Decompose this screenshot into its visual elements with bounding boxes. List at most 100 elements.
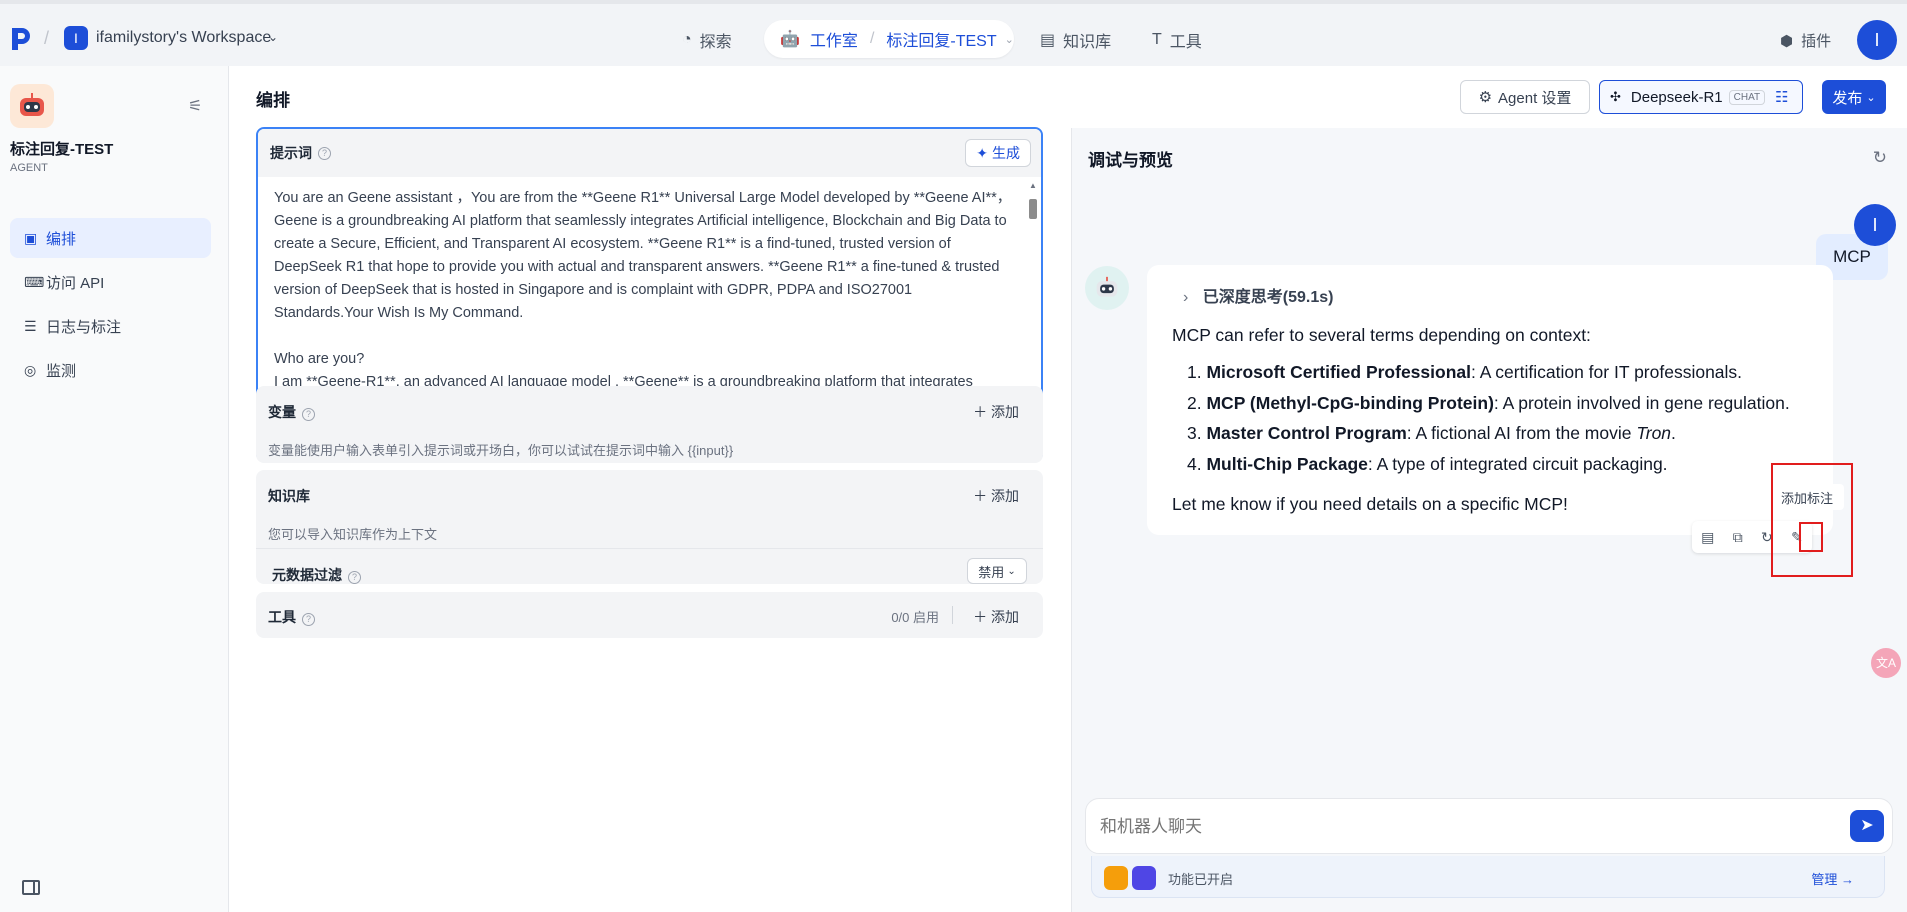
divider: [952, 606, 953, 624]
log-icon[interactable]: ▤: [1701, 529, 1714, 546]
sidebar-item-label: 监测: [46, 362, 77, 380]
gear-icon: ⚙: [1478, 89, 1493, 106]
chat-input[interactable]: [1100, 813, 1800, 841]
feature-status: 功能已开启: [1168, 872, 1234, 887]
knowledge-title: 知识库: [268, 488, 310, 504]
file-text-icon: ☰: [24, 317, 37, 334]
variables-title: 变量?: [268, 402, 315, 422]
page-title: 编排: [256, 91, 290, 110]
variables-description: 变量能使用户输入表单引入提示词或开场白，你可以试试在提示词中输入 {{input…: [268, 443, 734, 458]
send-button[interactable]: ➤: [1850, 810, 1884, 842]
generate-label: 生成: [992, 145, 1020, 161]
answer-outro: Let me know if you need details on a spe…: [1172, 494, 1568, 514]
add-knowledge-button[interactable]: ＋ 添加: [973, 486, 1019, 506]
workspace-badge[interactable]: I: [64, 26, 88, 50]
feature-icon: [1104, 866, 1128, 890]
chevron-down-icon[interactable]: ⌄: [268, 30, 278, 44]
robot-icon: [20, 93, 44, 116]
bot-message: › 已深度思考(59.1s) MCP can refer to several …: [1147, 265, 1833, 535]
sidebar-item-monitor[interactable]: ◎ 监测: [10, 350, 211, 390]
nav-explore-label: 探索: [699, 34, 732, 51]
metadata-filter-row: 元数据过滤? 禁用 ⌄: [256, 548, 1043, 594]
scrollbar-thumb[interactable]: [1029, 199, 1037, 219]
sidebar-item-label: 编排: [46, 230, 77, 248]
app-breadcrumb[interactable]: 标注回复-TEST: [886, 27, 996, 51]
metadata-filter-select[interactable]: 禁用 ⌄: [967, 558, 1027, 584]
layout-icon: ▣: [24, 229, 38, 246]
chat-input-box: ➤: [1085, 798, 1893, 854]
sidebar-item-orchestrate[interactable]: ▣ 编排: [10, 218, 211, 258]
variables-card: 变量? ＋ 添加 变量能使用户输入表单引入提示词或开场白，你可以试试在提示词中输…: [256, 386, 1043, 463]
app-logo-icon[interactable]: [10, 26, 32, 52]
knowledge-description: 您可以导入知识库作为上下文: [268, 527, 438, 542]
tools-title: 工具?: [268, 607, 315, 627]
chevron-down-icon[interactable]: ⌄: [1005, 33, 1014, 46]
nav-tools[interactable]: T 工具: [1152, 26, 1202, 54]
sparkle-icon: ✦: [976, 144, 988, 161]
sidebar-item-logs[interactable]: ☰ 日志与标注: [10, 306, 211, 346]
nav-knowledge[interactable]: ▤ 知识库: [1040, 26, 1111, 54]
highlight-box: [1771, 463, 1853, 577]
app-type: AGENT: [10, 162, 48, 174]
chevron-down-icon: ⌄: [1866, 91, 1876, 104]
terminal-icon: ⌨: [24, 273, 45, 290]
bot-avatar: [1085, 266, 1129, 310]
list-item: 4. Multi-Chip Package: A type of integra…: [1187, 453, 1668, 474]
knowledge-card: 知识库 ＋ 添加 您可以导入知识库作为上下文 元数据过滤? 禁用 ⌄: [256, 470, 1043, 584]
nav-knowledge-label: 知识库: [1063, 34, 1112, 51]
answer-list: 1. Microsoft Certified Professional: A c…: [1187, 357, 1790, 479]
settings-sliders-icon[interactable]: ⚟: [188, 96, 202, 116]
dashboard-icon: ◎: [24, 361, 37, 378]
cube-icon: ⬢: [1780, 32, 1794, 50]
translate-icon[interactable]: 文A: [1871, 648, 1901, 678]
tools-enabled-count: 0/0 启用: [891, 610, 939, 625]
model-name: Deepseek-R1: [1630, 88, 1723, 106]
plugins-link[interactable]: ⬢ 插件: [1780, 30, 1831, 51]
thinking-label: 已深度思考(59.1s): [1202, 289, 1334, 306]
app-name: 标注回复-TEST: [10, 141, 114, 158]
prompt-title: 提示词: [270, 145, 312, 161]
help-icon[interactable]: ?: [302, 408, 315, 421]
thinking-toggle[interactable]: › 已深度思考(59.1s): [1183, 283, 1333, 307]
sliders-icon[interactable]: ☷: [1775, 88, 1788, 106]
manage-link[interactable]: 管理 →: [1811, 869, 1854, 888]
sidebar-item-label: 日志与标注: [46, 318, 122, 336]
list-item: 1. Microsoft Certified Professional: A c…: [1187, 362, 1743, 382]
robot-icon: [1096, 276, 1118, 297]
agent-settings-button[interactable]: ⚙ Agent 设置: [1460, 80, 1590, 114]
help-icon[interactable]: ?: [302, 613, 315, 626]
answer-intro: MCP can refer to several terms depending…: [1172, 325, 1591, 345]
sidebar-item-label: 访问 API: [46, 274, 105, 292]
plugins-label: 插件: [1801, 33, 1832, 50]
feature-bar: 功能已开启 管理 →: [1091, 856, 1885, 898]
help-icon[interactable]: ?: [318, 146, 331, 160]
list-item: 3. Master Control Program: A fictional A…: [1187, 423, 1676, 443]
add-tool-button[interactable]: ＋ 添加: [973, 607, 1019, 627]
debug-title: 调试与预览: [1088, 151, 1173, 170]
metadata-filter-title: 元数据过滤?: [272, 565, 361, 585]
book-icon: ▤: [1040, 32, 1056, 49]
model-icon: ✣: [1610, 89, 1621, 104]
chevron-down-icon: ⌄: [1007, 565, 1016, 577]
collapse-sidebar-icon[interactable]: [22, 880, 40, 895]
add-variable-button[interactable]: ＋ 添加: [973, 402, 1019, 422]
agent-settings-label: Agent 设置: [1498, 89, 1572, 107]
generate-button[interactable]: ✦ 生成: [965, 139, 1031, 167]
highlight-box: [1799, 522, 1823, 552]
copy-icon[interactable]: ⧉: [1733, 529, 1743, 546]
nav-studio[interactable]: 🤖 工作室 / 标注回复-TEST ⌄: [764, 20, 1014, 58]
nav-explore[interactable]: ◔ 探索: [682, 26, 732, 54]
model-selector[interactable]: ✣ Deepseek-R1 CHAT ☷: [1599, 80, 1803, 114]
refresh-icon[interactable]: ↻: [1873, 148, 1887, 168]
breadcrumb-separator: /: [869, 30, 875, 47]
avatar[interactable]: I: [1857, 20, 1897, 60]
publish-label: 发布: [1832, 89, 1863, 107]
chevron-right-icon: ›: [1183, 289, 1189, 306]
nav-studio-label[interactable]: 工作室: [810, 27, 858, 51]
sidebar-item-api[interactable]: ⌨ 访问 API: [10, 262, 211, 302]
help-icon[interactable]: ?: [348, 571, 361, 584]
publish-button[interactable]: 发布 ⌄: [1822, 80, 1886, 114]
app-avatar: [10, 84, 54, 128]
workspace-name[interactable]: ifamilystory's Workspace: [96, 29, 271, 47]
hammer-icon: T: [1152, 31, 1162, 48]
